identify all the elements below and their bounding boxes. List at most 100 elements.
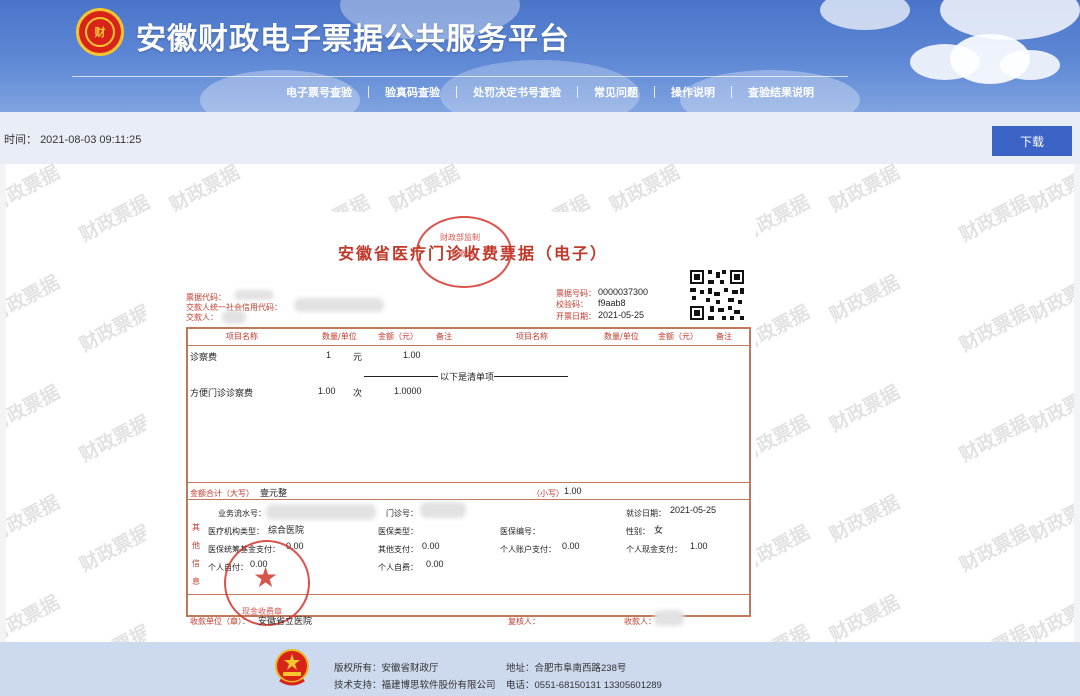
watermark-text: 财政票据 xyxy=(826,592,904,642)
serial-label: 业务流水号： xyxy=(218,509,266,518)
site-title: 安徽财政电子票据公共服务平台 xyxy=(136,23,570,56)
total-upper: 壹元整 xyxy=(260,488,288,498)
other-info-label: 信 xyxy=(192,559,200,568)
column-header: 备注 xyxy=(436,332,452,341)
redacted-field xyxy=(266,504,376,520)
list-note: 以下是清单项 xyxy=(440,372,495,382)
logo-text: 财 xyxy=(85,17,115,47)
nav-item-code-check[interactable]: 验真码查验 xyxy=(369,84,456,100)
download-button[interactable]: 下载 xyxy=(992,126,1072,156)
gender-label: 性别： xyxy=(626,527,650,536)
cash: 1.00 xyxy=(690,541,708,551)
payee-unit-label: 收款单位（章）： xyxy=(190,617,250,626)
watermark-text: 财政票据 xyxy=(956,302,1034,357)
watermark-text: 财政票据 xyxy=(826,382,904,437)
supervision-seal: 财政部监制 安徽省 xyxy=(416,216,512,288)
watermark-text: 财政票据 xyxy=(826,164,904,217)
other-info-label: 其 xyxy=(192,523,200,532)
watermark-text: 财政票据 xyxy=(6,164,64,217)
inst-type-label: 医疗机构类型： xyxy=(208,527,264,536)
cash-label: 个人现金支付： xyxy=(626,545,682,554)
time-value: 2021-08-03 09:11:25 xyxy=(40,134,142,146)
issue-date-label: 开票日期： xyxy=(556,312,596,321)
watermark-text: 财政票据 xyxy=(606,164,684,217)
column-header: 项目名称 xyxy=(226,332,258,341)
watermark-text: 财政票据 xyxy=(1026,492,1074,547)
ins-no-label: 医保编号： xyxy=(500,527,540,536)
site-header: 财 安徽财政电子票据公共服务平台 电子票号查验 验真码查验 处罚决定书号查验 常… xyxy=(0,0,1080,112)
bill-no-label: 票据号码： xyxy=(556,289,596,298)
item-qty: 1.00 xyxy=(318,386,336,396)
watermark-text: 财政票据 xyxy=(386,164,464,217)
redacted-field xyxy=(654,610,684,626)
item-name: 方便门诊诊察费 xyxy=(190,388,254,398)
watermark-text: 财政票据 xyxy=(826,492,904,547)
column-header: 项目名称 xyxy=(516,332,548,341)
list-divider xyxy=(364,376,438,377)
seal-text: 财政部监制 xyxy=(440,233,480,242)
column-header: 备注 xyxy=(716,332,732,341)
redacted-field xyxy=(222,310,246,324)
site-logo: 财 xyxy=(76,8,124,56)
nav-item-faq[interactable]: 常见问题 xyxy=(578,84,654,100)
time-label: 时间： xyxy=(4,134,37,146)
redacted-field xyxy=(234,290,274,300)
payer-label: 交款人： xyxy=(186,313,218,322)
watermark-text: 财政票据 xyxy=(956,522,1034,577)
time-bar: 时间： 2021-08-03 09:11:25 xyxy=(0,112,1080,164)
footer-phone: 电话：0551-68150131 13305601289 xyxy=(506,680,662,691)
nav-item-penalty-check[interactable]: 处罚决定书号查验 xyxy=(457,84,577,100)
other-pay-label: 其他支付： xyxy=(378,545,418,554)
receipt-viewer: 财政票据 财政票据 财政票据 财政票据 财政票据 财政票据 财政票据 财政票据 财政票据 财政票据… xyxy=(6,164,1074,642)
receipt-document: 安徽省医疗门诊收费票据（电子） 财政部监制 安徽省 票据代码： 交款人统一社会信… xyxy=(146,212,756,642)
table-rule xyxy=(186,345,751,346)
watermark-text: 财政票据 xyxy=(956,412,1034,467)
watermark-text: 财政票据 xyxy=(6,492,64,547)
total-small: 1.00 xyxy=(564,486,582,496)
nav-item-guide[interactable]: 操作说明 xyxy=(655,84,731,100)
column-header: 数量/单位 xyxy=(322,332,357,341)
watermark-text: 财政票据 xyxy=(76,192,154,247)
outpatient-label: 门诊号： xyxy=(386,509,418,518)
qr-code-icon xyxy=(688,268,746,322)
payee-label: 收款人： xyxy=(624,617,656,626)
item-name: 诊察费 xyxy=(190,352,218,362)
watermark-text: 财政票据 xyxy=(954,618,1034,642)
item-unit: 元 xyxy=(353,352,363,362)
watermark-text: 财政票据 xyxy=(74,618,154,642)
list-divider xyxy=(494,376,568,377)
watermark-text: 财政票据 xyxy=(76,302,154,357)
watermark-text: 财政票据 xyxy=(1026,272,1074,327)
watermark-text: 财政票据 xyxy=(6,592,64,642)
total-small-label: （小写） xyxy=(532,489,564,498)
visit-date-label: 就诊日期： xyxy=(626,509,666,518)
self-fee: 0.00 xyxy=(426,559,444,569)
nav-item-result-help[interactable]: 查验结果说明 xyxy=(732,84,830,100)
header-divider xyxy=(72,76,848,77)
watermark-text: 财政票据 xyxy=(1026,164,1074,217)
nav-item-bill-check[interactable]: 电子票号查验 xyxy=(270,84,368,100)
other-pay: 0.00 xyxy=(422,541,440,551)
column-header: 数量/单位 xyxy=(604,332,639,341)
payee-unit: 安徽省立医院 xyxy=(258,616,313,626)
account: 0.00 xyxy=(562,541,580,551)
page: 财 安徽财政电子票据公共服务平台 电子票号查验 验真码查验 处罚决定书号查验 常… xyxy=(0,0,1080,696)
item-amount: 1.0000 xyxy=(394,386,422,396)
watermark-text: 财政票据 xyxy=(6,272,64,327)
gender: 女 xyxy=(654,525,664,535)
watermark-text: 财政票据 xyxy=(1026,382,1074,437)
query-time: 时间： 2021-08-03 09:11:25 xyxy=(4,131,141,147)
seal-text: 安徽省 xyxy=(450,249,474,258)
inst-type: 综合医院 xyxy=(268,525,305,535)
watermark-text: 财政票据 xyxy=(76,412,154,467)
redacted-field xyxy=(294,298,384,312)
footer-address: 地址：合肥市阜南西路238号 xyxy=(506,663,627,674)
watermark-text: 财政票据 xyxy=(826,272,904,327)
item-unit: 次 xyxy=(353,388,363,398)
table-rule xyxy=(186,499,751,500)
self-fee-label: 个人自费： xyxy=(378,563,418,572)
column-header: 金额（元） xyxy=(378,332,418,341)
total-upper-label: 金额合计（大写） xyxy=(190,489,254,498)
ins-type-label: 医保类型： xyxy=(378,527,418,536)
check-code-label: 校验码： xyxy=(556,300,588,309)
